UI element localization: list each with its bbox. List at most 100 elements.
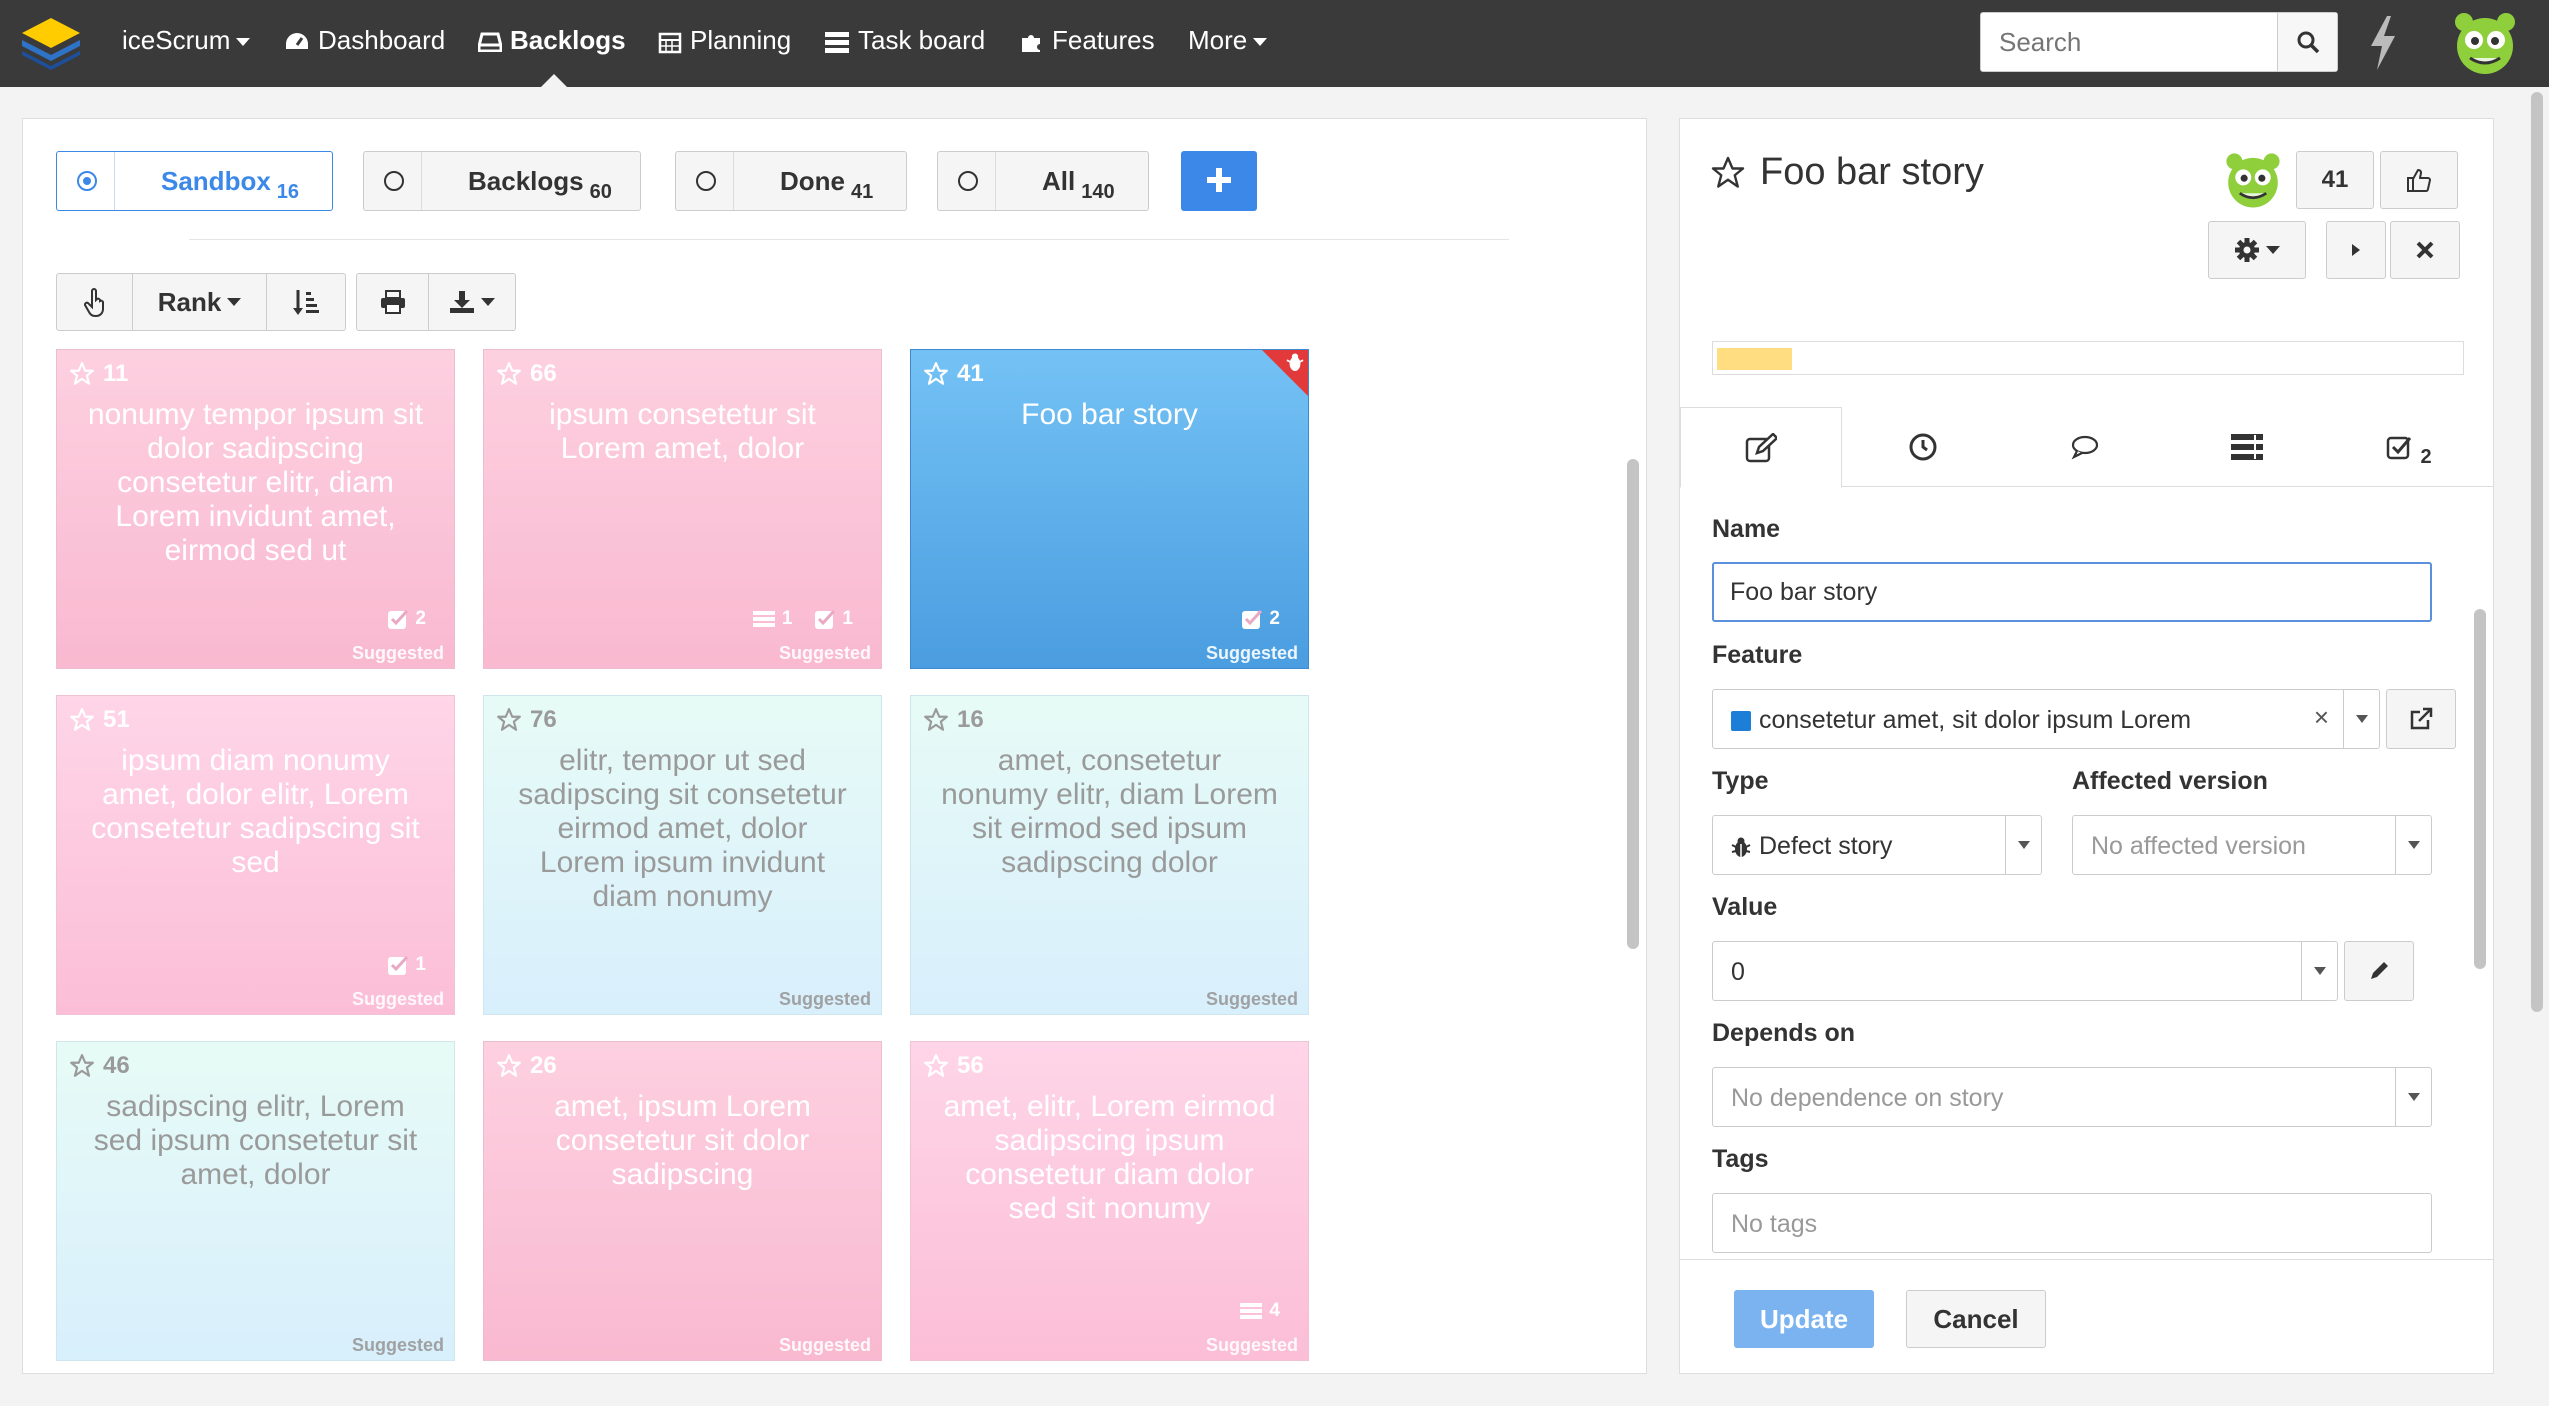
detail-footer: Update Cancel [1680,1259,2493,1373]
story-card[interactable]: 46 sadipscing elitr, Lorem sed ipsum cons… [56,1041,455,1361]
add-story-button[interactable] [1181,151,1257,211]
nav-more[interactable]: More [1188,0,1268,87]
vote-count-text: 41 [2321,166,2349,193]
tab-sandbox[interactable]: Sandbox 16 [56,151,333,211]
affected-version-select[interactable]: No affected version [2072,815,2432,875]
star-outline-icon[interactable] [496,707,522,733]
dropdown-arrow-icon [2343,690,2379,748]
star-outline-icon[interactable] [496,1053,522,1079]
star-outline-icon[interactable] [69,707,95,733]
creator-avatar[interactable] [2222,149,2284,211]
name-input[interactable] [1714,564,2430,620]
star-outline-icon[interactable] [923,361,949,387]
star-outline-icon[interactable] [923,707,949,733]
icescrum-logo-icon[interactable] [20,16,82,70]
radio-checked-icon [77,171,97,191]
nav-dashboard[interactable]: Dashboard [284,0,445,87]
scrollbar-thumb[interactable] [1627,459,1639,949]
clock-icon [1909,433,1937,461]
tab-backlogs-label: Backlogs [468,166,584,196]
list-icon [2231,434,2263,460]
detail-scrollbar[interactable] [2472,489,2488,1289]
type-select[interactable]: Defect story [1712,815,2042,875]
tab-sandbox-count: 16 [276,181,300,203]
star-outline-icon[interactable] [923,1053,949,1079]
sort-amount-icon [293,290,319,315]
story-title: Foo bar story [1710,151,1984,194]
star-outline-icon[interactable] [1710,155,1746,191]
user-avatar[interactable] [2450,8,2520,78]
star-outline-icon[interactable] [69,361,95,387]
project-menu[interactable]: iceScrum [122,0,251,87]
story-card-description: sadipscing elitr, Lorem sed ipsum conset… [93,1090,418,1191]
open-feature-button[interactable] [2386,689,2456,749]
scrollbar-thumb[interactable] [2474,609,2486,969]
cancel-button[interactable]: Cancel [1906,1290,2046,1348]
nav-features[interactable]: Features [1020,0,1155,87]
clear-feature-button[interactable]: × [2314,702,2329,733]
story-card[interactable]: 56 amet, elitr, Lorem eirmod sadipscing i… [910,1041,1309,1361]
tab-all[interactable]: All 140 [937,151,1149,211]
story-card[interactable]: 41 Foo bar story 2 Suggested [910,349,1309,669]
nav-planning[interactable]: Planning [658,0,791,87]
like-button[interactable] [2380,151,2458,209]
page-scrollbar[interactable] [2528,92,2546,1392]
story-card[interactable]: 11 nonumy tempor ipsum sit dolor sadipsci… [56,349,455,669]
story-card[interactable]: 76 elitr, tempor ut sed sadipscing sit co… [483,695,882,1015]
story-card-description: Foo bar story [1021,398,1198,431]
story-card[interactable]: 26 amet, ipsum Lorem consetetur sit dolor… [483,1041,882,1361]
sort-order-button[interactable] [267,274,345,330]
close-button[interactable] [2390,221,2460,279]
select-mode-button[interactable] [57,274,133,330]
dashboard-icon [286,33,308,50]
depends-on-select[interactable]: No dependence on story [1712,1067,2432,1127]
taskboard-icon [825,32,849,54]
nav-backlogs-label: Backlogs [510,25,626,55]
story-card[interactable]: 51 ipsum diam nonumy amet, dolor elitr, L… [56,695,455,1015]
tab-tasks[interactable]: 2 [2328,407,2490,487]
tab-comments[interactable] [2004,407,2166,487]
update-button[interactable]: Update [1734,1290,1874,1348]
export-dropdown[interactable] [429,274,515,330]
story-card-id: 66 [530,360,557,387]
close-icon [2416,241,2434,259]
tab-acceptance-tests[interactable] [2166,407,2328,487]
story-title-text: Foo bar story [1760,151,1984,193]
settings-dropdown[interactable] [2208,221,2306,279]
story-state: Suggested [1205,1335,1298,1355]
search-icon [2297,31,2319,54]
comment-icon [2071,435,2099,460]
feature-select[interactable]: consetetur amet, sit dolor ipsum Lorem × [1712,689,2380,749]
story-card-meta: 1 [371,954,426,976]
story-state: Suggested [351,1335,444,1355]
scrollbar-thumb[interactable] [2531,92,2543,1012]
sort-label: Rank [157,286,222,317]
story-state: Suggested [778,643,871,663]
story-card[interactable]: 16 amet, consetetur nonumy elitr, diam Lo… [910,695,1309,1015]
story-card[interactable]: 66 ipsum consetetur sit Lorem amet, dolor… [483,349,882,669]
value-select[interactable]: 0 [1712,941,2338,1001]
next-story-button[interactable] [2326,221,2386,279]
search-button[interactable] [2277,13,2337,71]
star-outline-icon[interactable] [69,1053,95,1079]
edit-value-button[interactable] [2344,941,2414,1001]
print-button[interactable] [357,274,429,330]
search-input[interactable] [1981,13,2277,71]
star-outline-icon[interactable] [496,361,522,387]
tab-backlogs[interactable]: Backlogs 60 [363,151,641,211]
bolt-icon[interactable] [2365,14,2401,72]
task-count: 1 [842,608,853,629]
sort-dropdown[interactable]: Rank [133,274,267,330]
print-icon [380,290,405,314]
nav-taskboard[interactable]: Task board [824,0,985,87]
tab-activity[interactable] [1842,407,2004,487]
tab-done[interactable]: Done 41 [675,151,907,211]
tags-input[interactable]: No tags [1712,1193,2432,1253]
progress-fill [1717,348,1792,370]
backlog-scrollbar[interactable] [1623,339,1641,1369]
calendar-icon [658,32,682,54]
tab-details[interactable] [1680,407,1842,488]
story-card-description: ipsum diam nonumy amet, dolor elitr, Lor… [91,744,420,879]
download-icon [450,291,474,313]
dropdown-arrow-icon [2005,816,2041,874]
